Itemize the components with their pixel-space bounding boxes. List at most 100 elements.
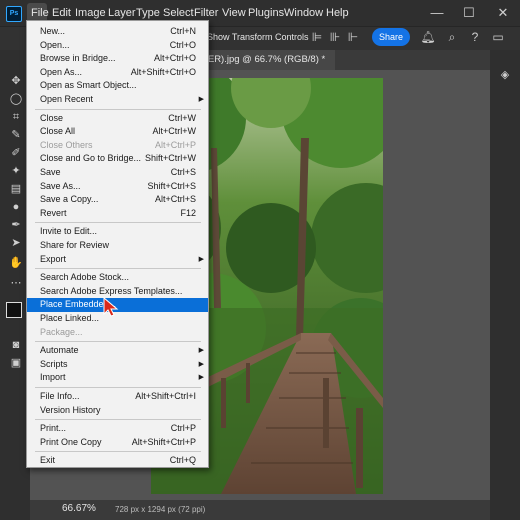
menu-item-version-history[interactable]: Version History <box>27 404 208 418</box>
menu-item-label: Package... <box>40 326 83 337</box>
show-transform-controls-label[interactable]: Show Transform Controls <box>207 32 309 42</box>
quick-mask-icon[interactable]: ◙ <box>9 338 23 352</box>
menu-item-label: Browse in Bridge... <box>40 53 116 64</box>
share-button[interactable]: Share <box>372 28 410 46</box>
zoom-level[interactable]: 66.67% <box>62 503 96 514</box>
align-left-icon[interactable]: ⊫ <box>309 29 325 45</box>
menu-item-close-all[interactable]: Close All Alt+Ctrl+W <box>27 125 208 139</box>
menu-separator <box>35 268 201 270</box>
menu-item-label: Print One Copy <box>40 436 102 447</box>
menu-item-open-as-smart-object[interactable]: Open as Smart Object... <box>27 79 208 93</box>
align-right-icon[interactable]: ⊩ <box>345 29 361 45</box>
menu-item-label: New... <box>40 26 66 36</box>
menu-item-label: Close <box>40 112 64 123</box>
menu-item-save[interactable]: Save Ctrl+S <box>27 166 208 180</box>
menu-item-shortcut: Shift+Ctrl+W <box>144 153 196 164</box>
menu-item-close[interactable]: Close Ctrl+W <box>27 112 208 126</box>
layers-icon[interactable]: ◈ <box>498 68 512 82</box>
menu-item-close-and-go-to-bridge[interactable]: Close and Go to Bridge... Shift+Ctrl+W <box>27 152 208 166</box>
photoshop-logo: Ps <box>6 6 22 22</box>
menu-item-shortcut: Ctrl+N <box>170 26 196 36</box>
menu-item-print[interactable]: Print... Ctrl+P <box>27 422 208 436</box>
move-tool-icon[interactable]: ✥ <box>9 74 23 88</box>
hand-tool-icon[interactable]: ✋ <box>9 256 23 270</box>
menu-item-label: Revert <box>40 207 67 218</box>
menu-item-label: Open Recent <box>40 94 94 104</box>
menu-item-share-for-review[interactable]: Share for Review <box>27 239 208 253</box>
menu-item-exit[interactable]: Exit Ctrl+Q <box>27 454 208 468</box>
path-selection-tool-icon[interactable]: ➤ <box>9 236 23 250</box>
file-menu-dropdown: New... Ctrl+N Open... Ctrl+O Browse in Bridg… <box>26 20 209 468</box>
menu-item-shortcut: F12 <box>180 207 196 218</box>
minimize-icon[interactable]: — <box>424 0 450 26</box>
menu-separator <box>35 222 201 224</box>
menu-item-label: File Info... <box>40 391 80 401</box>
menu-separator <box>35 451 201 453</box>
foreground-color-swatch[interactable] <box>6 302 22 318</box>
menu-item-label: Save As... <box>40 180 81 191</box>
search-icon[interactable]: ⌕ <box>444 29 460 45</box>
menu-item-close-others[interactable]: Close Others Alt+Ctrl+P <box>27 139 208 153</box>
menu-item-shortcut: Alt+Ctrl+P <box>154 139 196 150</box>
status-bar <box>30 500 490 520</box>
right-panel-strip: ◈ <box>490 50 520 520</box>
menu-item-browse-in-bridge[interactable]: Browse in Bridge... Alt+Ctrl+O <box>27 52 208 66</box>
crop-tool-icon[interactable]: ⌗ <box>9 110 23 124</box>
menu-item-label: Save <box>40 167 61 177</box>
menu-separator <box>35 387 201 388</box>
document-tab[interactable]: NER).jpg @ 66.7% (RGB/8) * <box>195 50 335 70</box>
menu-item-file-info[interactable]: File Info... Alt+Shift+Ctrl+I <box>27 390 208 404</box>
help-icon[interactable]: ? <box>467 29 483 45</box>
menu-item-label: Open... <box>40 39 70 50</box>
align-center-icon[interactable]: ⊪ <box>327 29 343 45</box>
menu-item-open[interactable]: Open... Ctrl+O <box>27 39 208 53</box>
menu-help[interactable]: Help <box>326 0 349 26</box>
menu-item-open-as[interactable]: Open As... Alt+Shift+Ctrl+O <box>27 66 208 80</box>
menu-item-scripts[interactable]: Scripts ▶ <box>27 358 208 372</box>
menu-item-new[interactable]: New... Ctrl+N <box>27 25 208 39</box>
menu-item-shortcut: Ctrl+Q <box>169 455 196 466</box>
menu-item-search-adobe-stock[interactable]: Search Adobe Stock... <box>27 271 208 285</box>
menu-item-shortcut: Alt+Shift+Ctrl+O <box>130 66 196 77</box>
menu-item-export[interactable]: Export ▶ <box>27 253 208 267</box>
menu-item-shortcut: Alt+Shift+Ctrl+P <box>131 436 196 447</box>
menu-separator <box>35 108 201 110</box>
menu-item-label: Export <box>40 253 67 264</box>
menu-item-label: Print... <box>40 423 67 434</box>
panel-toggle-icon[interactable]: ▭ <box>490 29 506 45</box>
menu-item-package[interactable]: Package... <box>27 326 208 340</box>
lasso-tool-icon[interactable]: ◯ <box>9 92 23 106</box>
brush-tool-icon[interactable]: ✐ <box>9 146 23 160</box>
eyedropper-tool-icon[interactable]: ✎ <box>9 128 23 142</box>
close-icon[interactable]: ✕ <box>490 0 516 26</box>
menu-item-shortcut: Alt+Ctrl+O <box>153 53 196 64</box>
dodge-tool-icon[interactable]: ● <box>9 200 23 214</box>
menu-item-shortcut: Ctrl+W <box>168 112 196 123</box>
menu-item-invite-to-edit[interactable]: Invite to Edit... <box>27 225 208 239</box>
menu-item-save-a-copy[interactable]: Save a Copy... Alt+Ctrl+S <box>27 193 208 207</box>
maximize-icon[interactable]: ☐ <box>456 0 482 26</box>
menu-item-revert[interactable]: Revert F12 <box>27 207 208 221</box>
menu-item-save-as[interactable]: Save As... Shift+Ctrl+S <box>27 180 208 194</box>
menu-view[interactable]: View <box>222 0 246 26</box>
menu-plugins[interactable]: Plugins <box>248 0 284 26</box>
bell-icon[interactable]: 🔔︎ <box>420 29 436 45</box>
menu-item-label: Search Adobe Stock... <box>40 272 130 283</box>
screen-mode-icon[interactable]: ▣ <box>9 356 23 370</box>
gradient-tool-icon[interactable]: ▤ <box>9 182 23 196</box>
pen-tool-icon[interactable]: ✒ <box>9 218 23 232</box>
menu-item-shortcut: Ctrl+S <box>170 167 196 177</box>
submenu-arrow-icon: ▶ <box>198 374 204 382</box>
menu-item-label: Save a Copy... <box>40 194 99 205</box>
menu-item-import[interactable]: Import ▶ <box>27 371 208 385</box>
menu-item-automate[interactable]: Automate ▶ <box>27 344 208 358</box>
menu-item-open-recent[interactable]: Open Recent ▶ <box>27 93 208 107</box>
menu-window[interactable]: Window <box>284 0 323 26</box>
menu-item-label: Place Linked... <box>40 313 100 323</box>
menu-item-label: Import <box>40 372 66 383</box>
more-tools-icon[interactable]: ⋯ <box>9 276 23 290</box>
submenu-arrow-icon: ▶ <box>198 255 204 263</box>
menu-item-label: Invite to Edit... <box>40 226 98 237</box>
menu-item-print-one-copy[interactable]: Print One Copy Alt+Shift+Ctrl+P <box>27 436 208 450</box>
clone-stamp-tool-icon[interactable]: ✦ <box>9 164 23 178</box>
